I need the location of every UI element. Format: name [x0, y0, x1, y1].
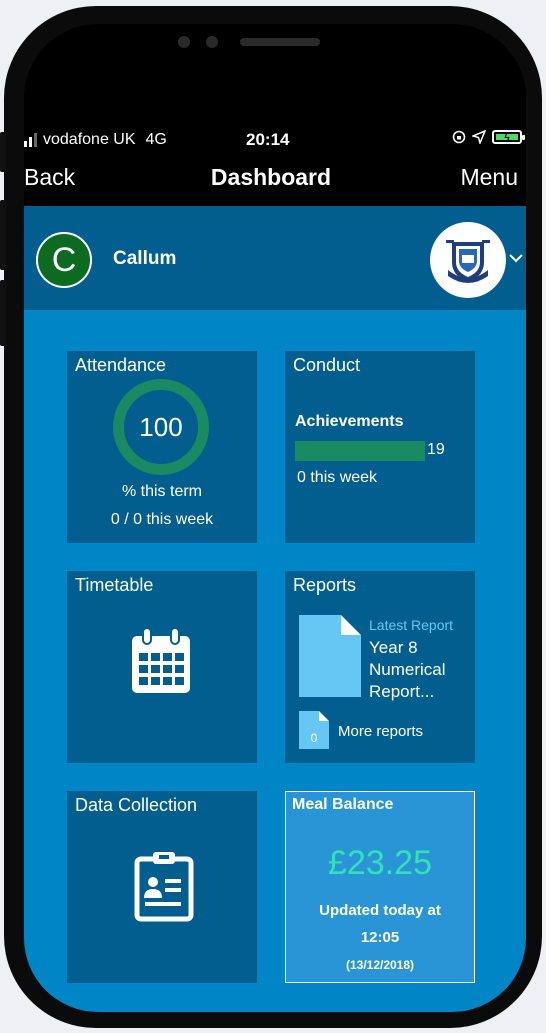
meal-balance-amount: £23.25 — [328, 844, 432, 882]
location-icon — [472, 130, 486, 144]
meal-balance-title: Meal Balance — [292, 796, 394, 813]
mute-switch — [0, 132, 6, 172]
status-bar: vodafone UK 4G 20:14 ϟ — [24, 128, 526, 154]
meal-updated-time: 12:05 — [360, 929, 400, 946]
meal-updated-date: (13/12/2018) — [345, 958, 415, 972]
speaker-grille — [240, 38, 320, 46]
carrier-name: vodafone UK — [43, 131, 136, 148]
student-name: Callum — [113, 248, 177, 269]
latest-report-name[interactable]: Year 8 Numerical Report... — [369, 637, 469, 703]
timetable-title: Timetable — [75, 575, 154, 595]
latest-report-label: Latest Report — [369, 617, 454, 633]
volume-down-button — [0, 280, 6, 346]
chevron-down-icon[interactable] — [508, 248, 524, 269]
reports-title: Reports — [293, 575, 357, 595]
carrier-info: vodafone UK 4G — [24, 131, 167, 149]
achievements-bar — [295, 441, 425, 461]
menu-button[interactable]: Menu — [460, 164, 518, 191]
calendar-icon — [132, 627, 190, 693]
achievements-label: Achievements — [295, 413, 404, 430]
sensor-dot — [206, 36, 218, 48]
dashboard-content: C Callum Attendance 100 % this term 0 / … — [24, 206, 526, 1012]
attendance-tile[interactable]: Attendance 100 % this term 0 / 0 this we… — [67, 351, 257, 543]
camera-dot — [178, 36, 190, 48]
page-title: Dashboard — [210, 164, 332, 190]
more-reports-link[interactable]: More reports — [338, 723, 423, 740]
network-type: 4G — [145, 131, 167, 148]
avatar: C — [36, 232, 92, 288]
navigation-bar: Back Dashboard Menu — [24, 156, 526, 206]
conduct-tile[interactable]: Conduct Achievements 19 0 this week — [285, 351, 475, 543]
school-crest-icon[interactable] — [430, 222, 506, 298]
attendance-term-label: % this term — [121, 483, 202, 500]
more-reports-icon: 0 — [299, 711, 329, 749]
data-collection-tile[interactable]: Data Collection — [67, 791, 257, 983]
meal-balance-tile[interactable]: Meal Balance £23.25 Updated today at 12:… — [285, 791, 475, 983]
orientation-lock-icon — [452, 130, 466, 144]
clipboard-icon — [134, 852, 194, 922]
data-collection-title: Data Collection — [75, 795, 198, 815]
more-reports-count: 0 — [310, 731, 318, 745]
achievements-week: 0 this week — [297, 469, 378, 486]
timetable-tile[interactable]: Timetable — [67, 571, 257, 763]
document-icon — [299, 615, 361, 697]
status-time: 20:14 — [246, 130, 290, 149]
attendance-title: Attendance — [75, 355, 167, 375]
status-icons: ϟ — [452, 130, 525, 144]
battery-icon: ϟ — [492, 130, 525, 144]
achievements-count: 19 — [427, 441, 445, 458]
meal-updated-label: Updated today at — [319, 902, 441, 919]
conduct-title: Conduct — [293, 355, 361, 375]
reports-tile[interactable]: Reports Latest Report Year 8 Numerical R… — [285, 571, 475, 763]
attendance-week-label: 0 / 0 this week — [110, 511, 214, 528]
attendance-value: 100 — [139, 412, 183, 442]
student-header[interactable]: C Callum — [24, 206, 526, 310]
volume-up-button — [0, 200, 6, 270]
screen: vodafone UK 4G 20:14 ϟ Back Dashboard Me… — [24, 24, 526, 1012]
signal-icon — [24, 133, 37, 147]
